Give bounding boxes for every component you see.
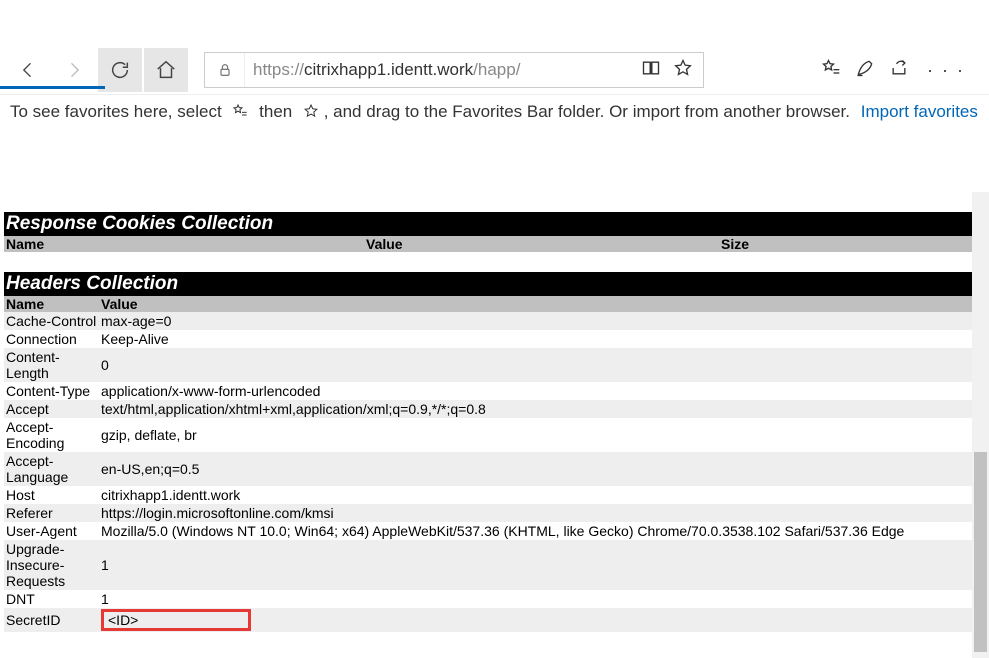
- header-value: Mozilla/5.0 (Windows NT 10.0; Win64; x64…: [99, 522, 974, 540]
- share-button[interactable]: [889, 58, 909, 83]
- home-icon: [155, 59, 177, 81]
- header-name: Referer: [4, 504, 99, 522]
- scrollbar-thumb[interactable]: [974, 452, 987, 652]
- section-title-cookies: Response Cookies Collection: [4, 212, 985, 236]
- table-row: Upgrade-Insecure-Requests1: [4, 540, 974, 590]
- header-name: User-Agent: [4, 522, 99, 540]
- site-identity-lock[interactable]: [205, 53, 245, 87]
- home-button[interactable]: [144, 48, 188, 92]
- cookies-column-headers: Name Value Size: [4, 236, 985, 252]
- refresh-icon: [109, 59, 131, 81]
- header-name: Host: [4, 486, 99, 504]
- page-content: Response Cookies Collection Name Value S…: [0, 192, 989, 658]
- header-name: Content-Length: [4, 348, 99, 382]
- table-row: Content-Length0: [4, 348, 974, 382]
- header-value: https://login.microsoftonline.com/kmsi: [99, 504, 974, 522]
- header-name: Connection: [4, 330, 99, 348]
- pen-icon: [855, 58, 875, 78]
- header-value: max-age=0: [99, 312, 974, 330]
- table-row: Content-Typeapplication/x-www-form-urlen…: [4, 382, 974, 400]
- address-bar[interactable]: https://citrixhapp1.identt.work/happ/: [204, 52, 704, 88]
- reading-view-button[interactable]: [641, 58, 661, 83]
- header-value: citrixhapp1.identt.work: [99, 486, 974, 504]
- browser-toolbar: https://citrixhapp1.identt.work/happ/ · …: [0, 46, 989, 94]
- vertical-scrollbar[interactable]: [972, 192, 989, 658]
- favorites-list-button[interactable]: [821, 58, 841, 83]
- header-name: Accept: [4, 400, 99, 418]
- table-row: Cache-Controlmax-age=0: [4, 312, 974, 330]
- header-value: application/x-www-form-urlencoded: [99, 382, 974, 400]
- star-icon: [673, 58, 693, 78]
- section-title-headers: Headers Collection: [4, 272, 985, 296]
- import-favorites-link[interactable]: Import favorites: [861, 102, 978, 121]
- favorite-button[interactable]: [673, 58, 693, 83]
- favorites-bar-hint: To see favorites here, select then , and…: [0, 94, 989, 132]
- table-row: Hostcitrixhapp1.identt.work: [4, 486, 974, 504]
- highlighted-value: <ID>: [101, 609, 251, 631]
- table-row: DNT1: [4, 590, 974, 608]
- headers-table: Cache-Controlmax-age=0ConnectionKeep-Ali…: [4, 312, 974, 632]
- table-row: Accepttext/html,application/xhtml+xml,ap…: [4, 400, 974, 418]
- notes-button[interactable]: [855, 58, 875, 83]
- share-icon: [889, 58, 909, 78]
- table-row: Refererhttps://login.microsoftonline.com…: [4, 504, 974, 522]
- arrow-right-icon: [64, 60, 84, 80]
- header-value: 1: [99, 540, 974, 590]
- header-value: gzip, deflate, br: [99, 418, 974, 452]
- arrow-left-icon: [18, 60, 38, 80]
- header-name: Content-Type: [4, 382, 99, 400]
- header-value: 0: [99, 348, 974, 382]
- header-name: Accept-Encoding: [4, 418, 99, 452]
- more-button[interactable]: · · ·: [923, 60, 969, 81]
- star-lines-icon: [821, 58, 841, 78]
- book-icon: [641, 58, 661, 78]
- table-row: Accept-Languageen-US,en;q=0.5: [4, 452, 974, 486]
- header-value: 1: [99, 590, 974, 608]
- table-row: ConnectionKeep-Alive: [4, 330, 974, 348]
- header-value: text/html,application/xhtml+xml,applicat…: [99, 400, 974, 418]
- active-tab-indicator: [0, 86, 105, 89]
- star-lines-icon: [232, 103, 248, 119]
- header-name: Cache-Control: [4, 312, 99, 330]
- header-value: en-US,en;q=0.5: [99, 452, 974, 486]
- table-row: Accept-Encodinggzip, deflate, br: [4, 418, 974, 452]
- lock-icon: [217, 62, 233, 78]
- header-value: Keep-Alive: [99, 330, 974, 348]
- url-text: https://citrixhapp1.identt.work/happ/: [245, 60, 631, 80]
- star-icon: [303, 103, 319, 119]
- header-name: DNT: [4, 590, 99, 608]
- header-name: Accept-Language: [4, 452, 99, 486]
- headers-column-headers: Name Value: [4, 296, 985, 312]
- header-name: Upgrade-Insecure-Requests: [4, 540, 99, 590]
- table-row: User-AgentMozilla/5.0 (Windows NT 10.0; …: [4, 522, 974, 540]
